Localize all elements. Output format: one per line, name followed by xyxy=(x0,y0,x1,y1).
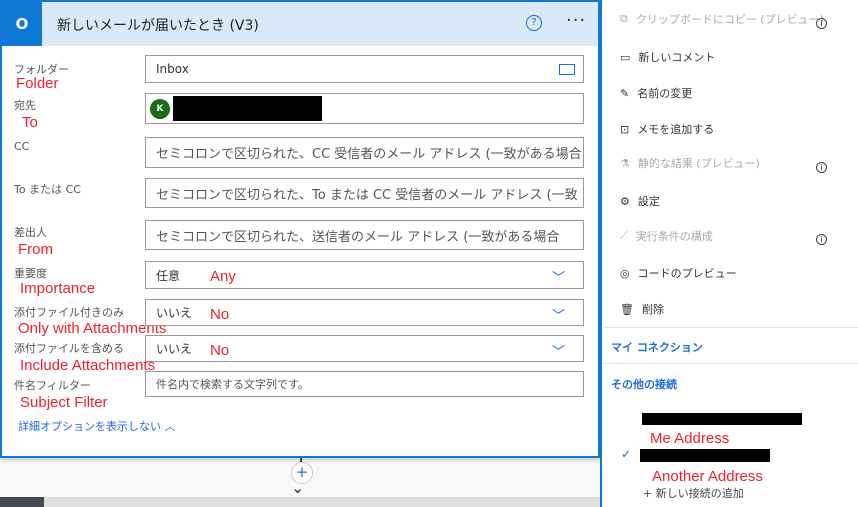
to-or-cc-input[interactable]: セミコロンで区切られた、To または CC 受信者のメール アドレス (一致 xyxy=(145,178,584,208)
importance-value-annotation: Any xyxy=(210,268,236,285)
checkmark-icon: ✓ xyxy=(621,447,632,461)
subject-filter-annotation: Subject Filter xyxy=(20,394,108,411)
divider xyxy=(603,363,858,364)
menu-label: 静的な結果 (プレビュー) xyxy=(637,157,760,170)
menu-item-rename[interactable]: ✎ 名前の変更 xyxy=(620,85,692,101)
note-icon: ⊡ xyxy=(620,122,630,136)
card-title: 新しいメールが届いたとき (V3) xyxy=(57,18,259,34)
from-annotation: From xyxy=(18,241,53,258)
menu-label: クリップボードにコピー (プレビュー) xyxy=(635,13,824,26)
advanced-link-text: 詳細オプションを表示しない xyxy=(18,420,161,433)
copy-icon: ⧉ xyxy=(620,12,628,25)
menu-label: コードのプレビュー xyxy=(637,267,737,280)
menu-label: 名前の変更 xyxy=(637,87,693,100)
my-connections-heading: マイ コネクション xyxy=(611,341,703,354)
run-after-icon: ⟋ xyxy=(620,229,628,242)
more-options-icon[interactable]: ··· xyxy=(566,10,586,31)
only-attachments-value-annotation: No xyxy=(210,306,230,323)
info-icon[interactable]: i xyxy=(816,18,827,29)
horizontal-scrollbar[interactable] xyxy=(0,497,600,507)
outlook-logo-icon: O xyxy=(2,2,42,46)
to-or-cc-placeholder: セミコロンで区切られた、To または CC 受信者のメール アドレス (一致 xyxy=(156,187,578,203)
menu-item-run-after[interactable]: ⟋ 実行条件の構成 xyxy=(620,228,713,244)
menu-item-peek-code[interactable]: ◎ コードのプレビュー xyxy=(620,265,737,281)
from-label: 差出人 xyxy=(14,226,47,239)
help-icon[interactable]: ? xyxy=(526,15,542,31)
menu-item-delete[interactable]: 🗑 削除 xyxy=(620,301,664,317)
to-label: 宛先 xyxy=(14,99,36,112)
eye-icon: ◎ xyxy=(620,266,630,280)
subject-filter-input[interactable]: 件名内で検索する文字列です。 xyxy=(145,371,584,397)
cc-input[interactable]: セミコロンで区切られた、CC 受信者のメール アドレス (一致がある場合 xyxy=(145,137,584,168)
hide-advanced-options-link[interactable]: 詳細オプションを表示しない ︿ xyxy=(18,418,176,434)
scrollbar-thumb[interactable] xyxy=(0,497,44,507)
gear-icon: ⚙ xyxy=(620,194,630,208)
menu-item-settings[interactable]: ⚙ 設定 xyxy=(620,193,660,209)
cc-label: CC xyxy=(14,140,30,153)
importance-annotation: Importance xyxy=(20,280,96,297)
to-input[interactable]: K xyxy=(145,93,584,124)
menu-item-static-result[interactable]: ⚗ 静的な結果 (プレビュー) xyxy=(620,155,760,171)
cc-placeholder: セミコロンで区切られた、CC 受信者のメール アドレス (一致がある場合 xyxy=(156,147,582,162)
include-attachments-dropdown[interactable]: いいえ No ﹀ xyxy=(145,335,584,362)
folder-input[interactable]: Inbox xyxy=(145,55,584,83)
only-attachments-dropdown[interactable]: いいえ No ﹀ xyxy=(145,299,584,326)
menu-item-copy[interactable]: ⧉ クリップボードにコピー (プレビュー) xyxy=(620,11,824,27)
info-icon[interactable]: i xyxy=(816,234,827,245)
another-address-annotation: Another Address xyxy=(652,468,763,485)
info-icon[interactable]: i xyxy=(816,162,827,173)
menu-label: 実行条件の構成 xyxy=(635,230,713,243)
to-or-cc-label: To または CC xyxy=(14,183,81,196)
arrow-down-icon: ⌄ xyxy=(291,478,305,497)
other-connections-heading: その他の接続 xyxy=(611,378,677,391)
redacted-connection-selected[interactable] xyxy=(640,449,770,462)
include-attachments-value: いいえ xyxy=(156,342,193,356)
card-header[interactable]: O 新しいメールが届いたとき (V3) ? ··· xyxy=(2,2,598,46)
from-input[interactable]: セミコロンで区切られた、送信者のメール アドレス (一致がある場合 xyxy=(145,220,584,250)
include-attachments-label: 添付ファイルを含める xyxy=(14,342,124,355)
menu-item-new-comment[interactable]: ▭ 新しいコメント xyxy=(620,49,715,65)
include-attachments-annotation: Include Attachments xyxy=(20,357,156,374)
flask-icon: ⚗ xyxy=(620,156,630,170)
importance-dropdown[interactable]: 任意 Any ﹀ xyxy=(145,261,584,289)
chevron-down-icon: ﹀ xyxy=(551,309,565,324)
subject-filter-placeholder: 件名内で検索する文字列です。 xyxy=(156,378,309,391)
from-placeholder: セミコロンで区切られた、送信者のメール アドレス (一致がある場合 xyxy=(156,229,560,245)
comment-icon: ▭ xyxy=(620,50,631,64)
trash-icon: 🗑 xyxy=(620,302,634,316)
menu-label: 設定 xyxy=(637,195,660,208)
folder-annotation: Folder xyxy=(16,75,59,92)
chevron-up-icon: ︿ xyxy=(164,420,176,433)
avatar: K xyxy=(150,98,170,119)
menu-label: 新しいコメント xyxy=(638,51,716,64)
folder-picker-icon[interactable] xyxy=(559,64,575,75)
subject-filter-label: 件名フィルター xyxy=(14,379,91,392)
redacted-connection[interactable] xyxy=(642,413,802,425)
redacted-recipient xyxy=(173,96,322,121)
add-new-connection-link[interactable]: + 新しい接続の追加 xyxy=(643,485,744,501)
menu-label: 削除 xyxy=(641,303,664,316)
folder-value: Inbox xyxy=(156,62,189,76)
only-attachments-label: 添付ファイル付きのみ xyxy=(14,306,124,319)
chevron-down-icon: ﹀ xyxy=(551,345,565,360)
divider xyxy=(603,327,858,328)
menu-label: メモを追加する xyxy=(637,123,715,136)
include-attachments-value-annotation: No xyxy=(210,342,230,359)
only-attachments-value: いいえ xyxy=(156,306,193,320)
to-annotation: To xyxy=(22,114,38,131)
me-address-annotation: Me Address xyxy=(650,430,730,447)
pencil-icon: ✎ xyxy=(620,86,630,100)
importance-value: 任意 xyxy=(156,268,181,283)
importance-label: 重要度 xyxy=(14,267,47,280)
menu-item-add-note[interactable]: ⊡ メモを追加する xyxy=(620,121,714,137)
chevron-down-icon: ﹀ xyxy=(551,271,565,286)
